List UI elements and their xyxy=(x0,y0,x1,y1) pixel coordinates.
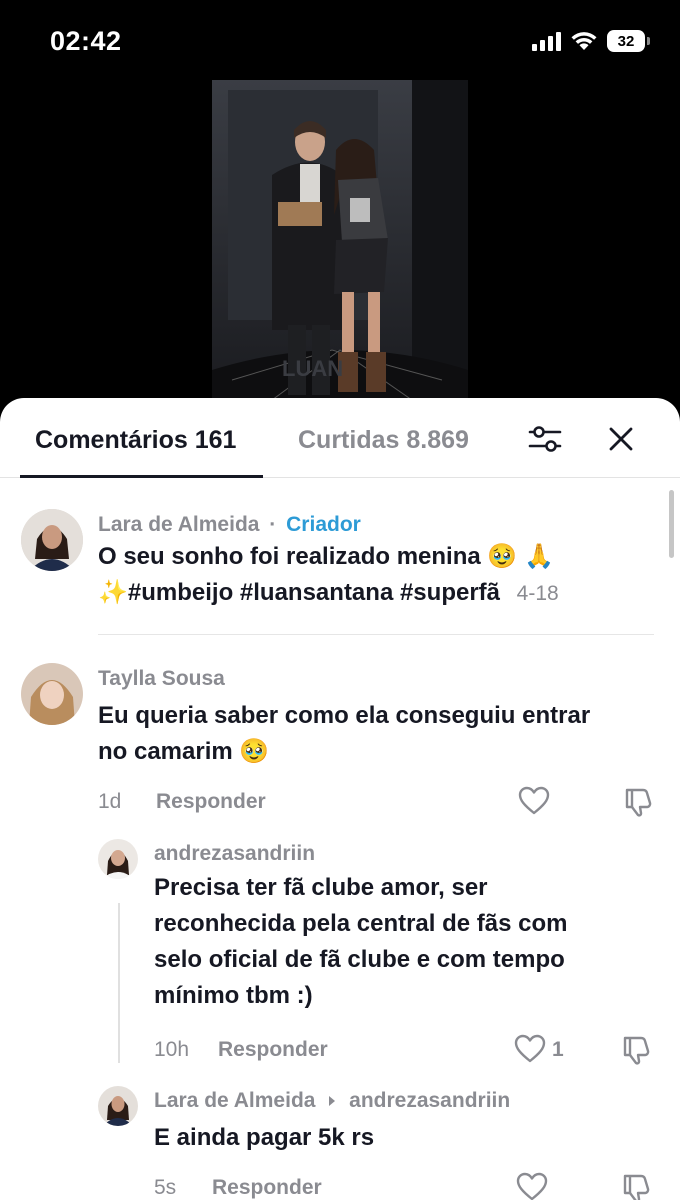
wifi-icon xyxy=(571,32,597,50)
comment-text: Eu queria saber como ela conseguiu entra… xyxy=(98,698,658,770)
reply-text: E ainda pagar 5k rs xyxy=(154,1124,375,1151)
avatar-image xyxy=(98,1086,138,1126)
reply-to-username[interactable]: andrezasandriin xyxy=(349,1089,510,1112)
dislike-icon[interactable] xyxy=(621,1172,653,1200)
heart-icon[interactable] xyxy=(516,1172,548,1200)
comment-text-line: ✨#umbeijo #luansantana #superfã 4-18 xyxy=(98,575,638,612)
tab-likes[interactable]: Curtidas 8.869 xyxy=(298,426,469,455)
cellular-signal-icon xyxy=(532,31,561,51)
filter-sliders-icon[interactable] xyxy=(526,420,564,458)
reply-button[interactable]: Responder xyxy=(156,790,266,814)
comment-text-line: Eu queria saber como ela conseguiu entra… xyxy=(98,702,591,729)
reply-button[interactable]: Responder xyxy=(212,1176,322,1200)
reply-text-line: reconhecida pela central de fãs com xyxy=(154,910,568,937)
comment-text-line: no camarim 🥹 xyxy=(98,738,270,765)
creator-badge: Criador xyxy=(286,513,361,536)
avatar[interactable] xyxy=(21,663,83,725)
reply-text: Precisa ter fã clube amor, ser reconheci… xyxy=(154,870,654,1014)
separator-dot: · xyxy=(269,513,277,536)
tab-bar: Comentários 161 Curtidas 8.869 xyxy=(0,398,680,478)
reply-date: 10h xyxy=(154,1038,190,1061)
comment-text-line: O seu sonho foi realizado menina 🥹 🙏 xyxy=(98,543,554,570)
scrollbar[interactable] xyxy=(669,490,674,558)
comment-username[interactable]: Taylla Sousa xyxy=(98,667,225,691)
username-text[interactable]: Lara de Almeida xyxy=(98,513,259,536)
status-time: 02:42 xyxy=(50,26,122,56)
avatar-image xyxy=(21,509,83,571)
comment-username[interactable]: Lara de Almeida · Criador xyxy=(98,513,361,537)
hashtags[interactable]: ✨#umbeijo #luansantana #superfã xyxy=(98,579,500,606)
video-thumbnail-image: LUAN xyxy=(212,80,468,400)
tab-comments[interactable]: Comentários 161 xyxy=(35,426,236,455)
battery-level: 32 xyxy=(607,30,645,52)
video-preview[interactable]: LUAN xyxy=(212,80,468,400)
like-count: 1 xyxy=(552,1038,564,1061)
heart-icon[interactable] xyxy=(514,1034,546,1064)
reply-text-line: mínimo tbm :) xyxy=(154,982,313,1009)
avatar-image xyxy=(21,663,83,725)
reply-text-line: Precisa ter fã clube amor, ser xyxy=(154,874,488,901)
reply-username[interactable]: andrezasandriin xyxy=(154,842,315,866)
username-text[interactable]: Lara de Almeida xyxy=(154,1089,315,1112)
reply-username: Lara de Almeida andrezasandriin xyxy=(154,1089,510,1113)
comment-date: 4-18 xyxy=(516,582,559,605)
divider xyxy=(98,634,654,635)
avatar[interactable] xyxy=(98,839,138,879)
comments-sheet: Comentários 161 Curtidas 8.869 Lara de A… xyxy=(0,398,680,1200)
reply-date: 5s xyxy=(154,1176,177,1199)
dislike-icon[interactable] xyxy=(621,1034,653,1066)
svg-text:LUAN: LUAN xyxy=(282,356,343,381)
active-tab-indicator xyxy=(20,475,263,478)
comment-date: 1d xyxy=(98,790,122,813)
comment-text: O seu sonho foi realizado menina 🥹 🙏 ✨#u… xyxy=(98,539,638,612)
thread-line xyxy=(118,903,120,1063)
reply-button[interactable]: Responder xyxy=(218,1038,328,1062)
close-icon[interactable] xyxy=(604,422,638,456)
dislike-icon[interactable] xyxy=(623,786,655,818)
heart-icon[interactable] xyxy=(518,786,550,816)
battery-icon: 32 xyxy=(607,30,650,52)
status-bar: 02:42 32 xyxy=(0,0,680,80)
status-icons: 32 xyxy=(532,30,650,52)
avatar[interactable] xyxy=(21,509,83,571)
avatar[interactable] xyxy=(98,1086,138,1126)
avatar-image xyxy=(98,839,138,879)
reply-arrow-icon xyxy=(329,1096,336,1107)
reply-text-line: selo oficial de fã clube e com tempo xyxy=(154,946,565,973)
